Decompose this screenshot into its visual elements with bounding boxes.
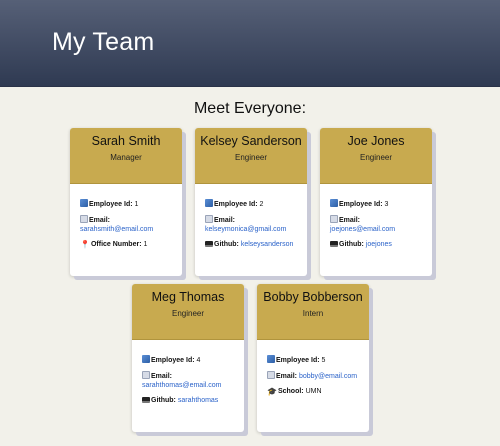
card-header: Joe Jones Engineer	[320, 128, 432, 184]
github-link[interactable]: sarahthomas	[178, 397, 218, 404]
id-emoji-icon	[330, 199, 338, 207]
envelope-icon	[80, 215, 88, 223]
employee-id-label: Employee Id:	[276, 357, 320, 364]
github-label: Github:	[214, 241, 239, 248]
card-header: Meg Thomas Engineer	[132, 284, 244, 340]
page-title: My Team	[52, 28, 155, 56]
laptop-icon	[205, 241, 213, 247]
employee-role: Engineer	[359, 153, 393, 162]
employee-card-sarah-smith: Sarah Smith Manager Employee Id: 1 Email…	[70, 128, 182, 276]
employee-id-label: Employee Id:	[151, 357, 195, 364]
card-header: Sarah Smith Manager	[70, 128, 182, 184]
email-row: Email: kelseymonica@gmail.com	[205, 215, 297, 234]
employee-id-value: 4	[196, 357, 201, 364]
email-label: Email:	[339, 217, 361, 224]
email-row: Email: bobby@email.com	[267, 371, 359, 381]
employee-name: Sarah Smith	[91, 134, 161, 148]
id-emoji-icon	[80, 199, 88, 207]
school-row: 🎓School: UMN	[267, 387, 359, 396]
section-heading: Meet Everyone:	[193, 100, 307, 117]
page-header: My Team	[0, 0, 500, 87]
id-emoji-icon	[267, 355, 275, 363]
github-label: Github:	[151, 397, 176, 404]
laptop-icon	[142, 397, 150, 403]
office-number-row: 📍Office Number: 1	[80, 240, 172, 249]
employee-id-row: Employee Id: 2	[205, 199, 297, 209]
employee-id-row: Employee Id: 3	[330, 199, 422, 209]
email-link[interactable]: bobby@email.com	[299, 373, 357, 380]
email-link[interactable]: sarahsmith@email.com	[80, 226, 153, 233]
email-label: Email:	[276, 373, 298, 380]
employee-id-label: Employee Id:	[214, 201, 258, 208]
card-body: Employee Id: 3 Email: joejones@email.com…	[320, 184, 432, 265]
envelope-icon	[142, 371, 150, 379]
grad-cap-icon: 🎓	[267, 387, 277, 396]
employee-role: Manager	[110, 153, 142, 162]
employee-id-row: Employee Id: 4	[142, 355, 234, 365]
card-body: Employee Id: 2 Email: kelseymonica@gmail…	[195, 184, 307, 265]
envelope-icon	[205, 215, 213, 223]
card-body: Employee Id: 5 Email: bobby@email.com 🎓S…	[257, 340, 369, 412]
employee-id-value: 1	[134, 201, 139, 208]
github-link[interactable]: joejones	[366, 241, 392, 248]
employee-id-row: Employee Id: 5	[267, 355, 359, 365]
employee-id-value: 2	[259, 201, 264, 208]
employee-role: Engineer	[171, 309, 205, 318]
envelope-icon	[267, 371, 275, 379]
id-emoji-icon	[142, 355, 150, 363]
email-row: Email: joejones@email.com	[330, 215, 422, 234]
employee-id-label: Employee Id:	[339, 201, 383, 208]
email-row: Email: sarahthomas@email.com	[142, 371, 234, 390]
employee-card-joe-jones: Joe Jones Engineer Employee Id: 3 Email:…	[320, 128, 432, 276]
email-row: Email: sarahsmith@email.com	[80, 215, 172, 234]
github-row: Github: sarahthomas	[142, 396, 234, 405]
envelope-icon	[330, 215, 338, 223]
pin-icon: 📍	[80, 240, 90, 249]
github-row: Github: kelseysanderson	[205, 240, 297, 249]
card-header: Bobby Bobberson Intern	[257, 284, 369, 340]
employee-id-row: Employee Id: 1	[80, 199, 172, 209]
office-number-label: Office Number:	[90, 241, 142, 248]
github-row: Github: joejones	[330, 240, 422, 249]
email-label: Email:	[214, 217, 236, 224]
employee-role: Engineer	[234, 153, 268, 162]
card-header: Kelsey Sanderson Engineer	[195, 128, 307, 184]
employee-id-value: 5	[321, 357, 326, 364]
office-number-value: 1	[143, 241, 148, 248]
school-label: School:	[277, 388, 304, 395]
employee-id-label: Employee Id:	[89, 201, 133, 208]
school-value: UMN	[305, 388, 322, 395]
card-body: Employee Id: 4 Email: sarahthomas@email.…	[132, 340, 244, 421]
email-label: Email:	[89, 217, 111, 224]
employee-name: Bobby Bobberson	[263, 290, 363, 304]
card-body: Employee Id: 1 Email: sarahsmith@email.c…	[70, 184, 182, 265]
email-link[interactable]: sarahthomas@email.com	[142, 382, 221, 389]
id-emoji-icon	[205, 199, 213, 207]
employee-id-value: 3	[384, 201, 389, 208]
laptop-icon	[330, 241, 338, 247]
employee-card-bobby-bobberson: Bobby Bobberson Intern Employee Id: 5 Em…	[257, 284, 369, 432]
github-label: Github:	[339, 241, 364, 248]
employee-card-kelsey-sanderson: Kelsey Sanderson Engineer Employee Id: 2…	[195, 128, 307, 276]
email-label: Email:	[151, 373, 173, 380]
employee-name: Joe Jones	[347, 134, 405, 148]
github-link[interactable]: kelseysanderson	[241, 241, 294, 248]
employee-role: Intern	[302, 309, 324, 318]
employee-name: Meg Thomas	[151, 290, 225, 304]
employee-name: Kelsey Sanderson	[200, 134, 302, 148]
employee-card-meg-thomas: Meg Thomas Engineer Employee Id: 4 Email…	[132, 284, 244, 432]
email-link[interactable]: joejones@email.com	[330, 226, 395, 233]
email-link[interactable]: kelseymonica@gmail.com	[205, 226, 286, 233]
